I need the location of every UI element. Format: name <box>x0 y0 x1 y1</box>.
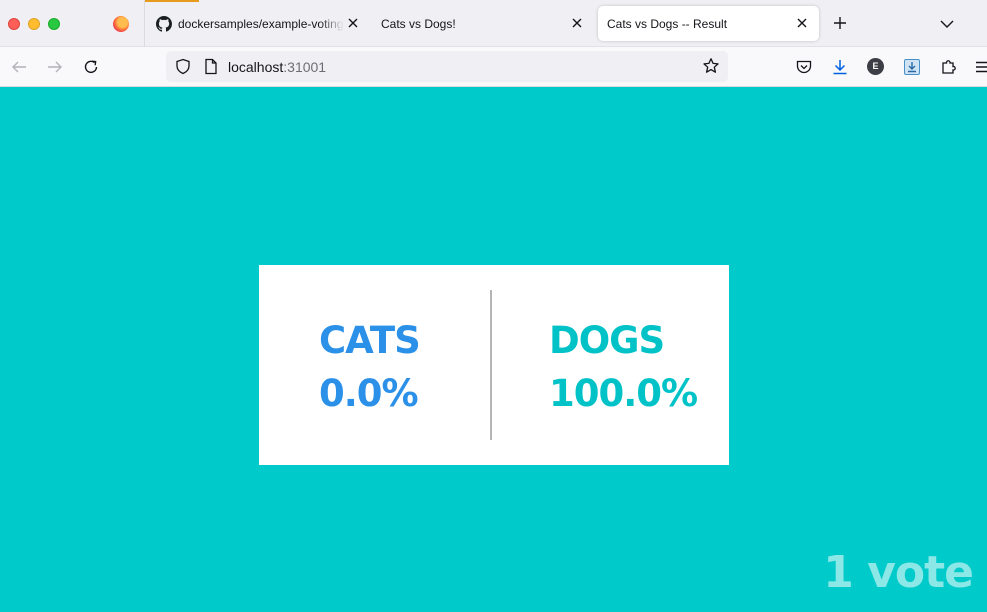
close-icon[interactable] <box>346 16 360 30</box>
firefox-view-icon[interactable] <box>113 16 129 32</box>
tab-voting[interactable]: Cats vs Dogs! <box>369 6 594 41</box>
option-a-result: CATS 0.0% <box>319 319 421 415</box>
forward-arrow-icon[interactable] <box>46 58 64 76</box>
url-port: :31001 <box>283 59 327 75</box>
vote-count: 1 vote <box>823 547 974 598</box>
option-b-name: DOGS <box>549 319 665 362</box>
github-icon <box>156 16 172 32</box>
navigation-toolbar: localhost:31001 E <box>0 47 987 87</box>
close-icon[interactable] <box>570 16 584 30</box>
tab-title: Cats vs Dogs! <box>381 16 456 31</box>
result-card: CATS 0.0% DOGS 100.0% <box>259 265 729 465</box>
address-bar[interactable]: localhost:31001 <box>166 51 728 82</box>
option-b-percent: 100.0% <box>549 372 698 415</box>
window-zoom-button[interactable] <box>48 18 60 30</box>
tab-strip: dockersamples/example-voting-app Cats vs… <box>0 0 987 47</box>
extension-e-icon[interactable]: E <box>867 58 884 75</box>
page-icon[interactable] <box>204 58 218 75</box>
option-b-result: DOGS 100.0% <box>549 319 698 415</box>
back-arrow-icon[interactable] <box>10 58 28 76</box>
result-divider <box>490 290 492 440</box>
window-close-button[interactable] <box>8 18 20 30</box>
tab-title: dockersamples/example-voting-app <box>178 16 344 31</box>
url-text[interactable]: localhost:31001 <box>228 59 326 75</box>
new-tab-plus-icon[interactable] <box>832 15 848 31</box>
pocket-icon[interactable] <box>795 58 813 76</box>
tab-github[interactable]: dockersamples/example-voting-app <box>145 0 367 41</box>
bookmark-star-icon[interactable] <box>702 57 720 75</box>
chevron-down-icon[interactable] <box>940 17 954 31</box>
tab-result[interactable]: Cats vs Dogs -- Result <box>598 6 819 41</box>
extensions-puzzle-icon[interactable] <box>940 58 958 76</box>
download-extension-icon[interactable] <box>903 58 921 76</box>
hamburger-menu-icon[interactable] <box>974 58 987 76</box>
tab-title: Cats vs Dogs -- Result <box>607 16 728 31</box>
option-a-name: CATS <box>319 319 421 362</box>
shield-icon[interactable] <box>175 58 191 75</box>
close-icon[interactable] <box>795 16 809 30</box>
url-host: localhost <box>228 59 284 75</box>
window-minimize-button[interactable] <box>28 18 40 30</box>
download-icon[interactable] <box>831 58 849 76</box>
reload-icon[interactable] <box>82 58 100 76</box>
option-a-percent: 0.0% <box>319 372 419 415</box>
